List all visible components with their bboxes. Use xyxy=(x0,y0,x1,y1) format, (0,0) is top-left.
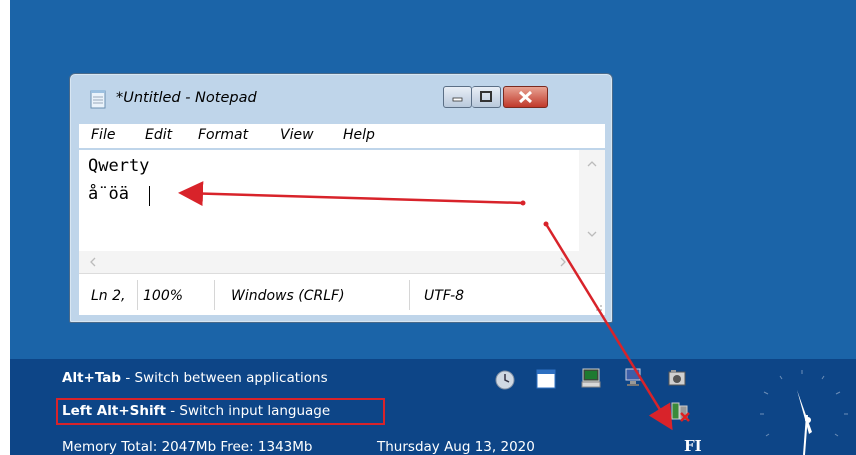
annotation-arrows xyxy=(178,181,673,431)
arrow-to-text xyxy=(178,181,524,207)
arrow-to-language xyxy=(544,223,673,431)
